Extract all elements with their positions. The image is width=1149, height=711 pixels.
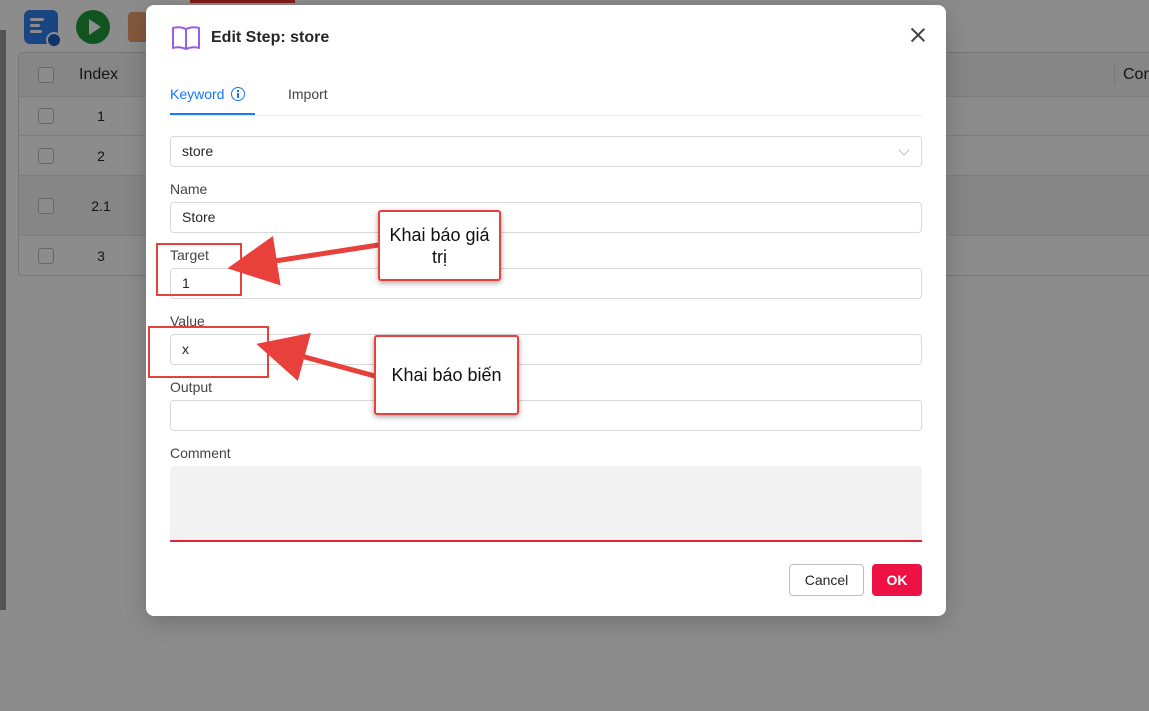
arrow-to-target bbox=[227, 236, 386, 286]
arrow-to-value bbox=[256, 332, 383, 382]
callout-value: Khai báo biến bbox=[374, 335, 519, 415]
callout-target: Khai báo giá trị bbox=[378, 210, 501, 281]
annotation-arrows bbox=[227, 236, 386, 382]
